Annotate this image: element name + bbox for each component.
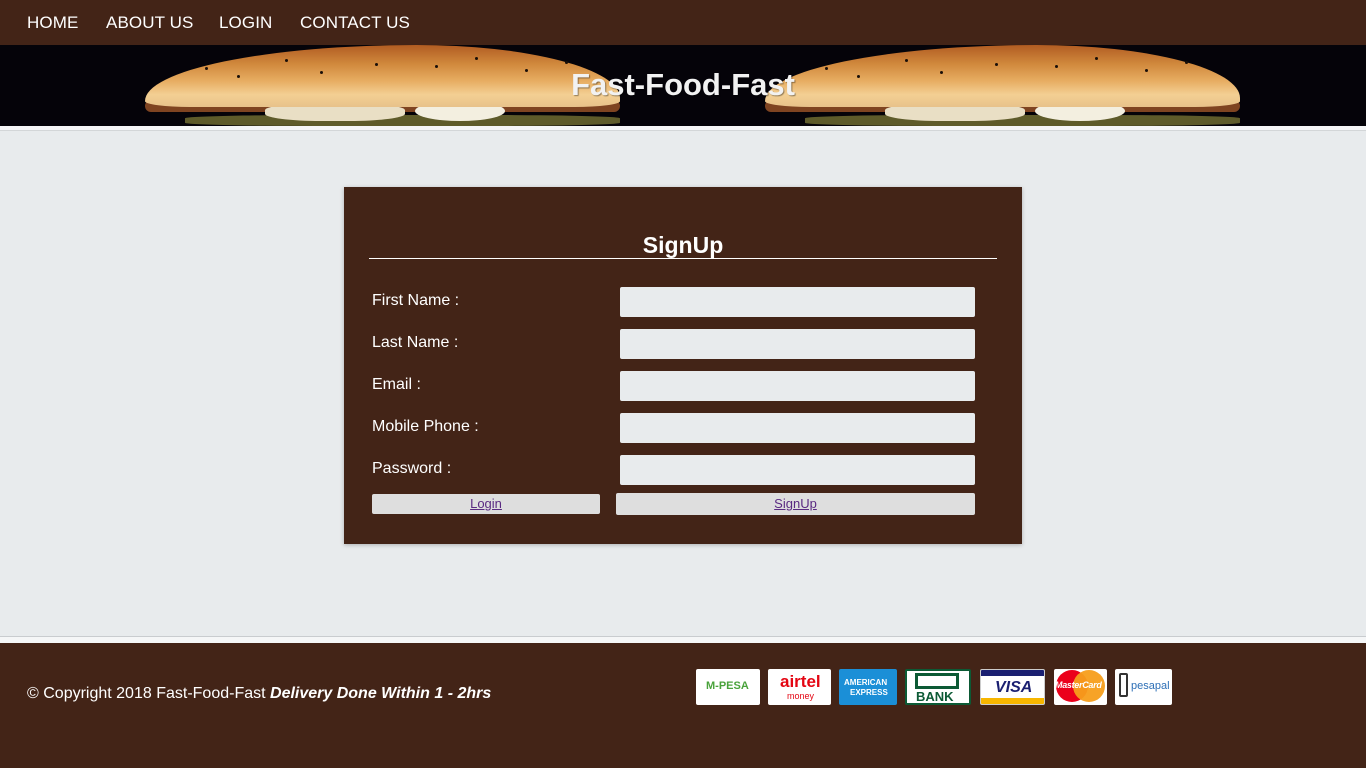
mastercard-logo: MasterCard [1054,669,1107,705]
nav-home-link[interactable]: HOME [27,13,78,33]
hero-divider [0,126,1366,131]
signup-form: SignUp First Name : Last Name : Email : … [344,187,1022,544]
nav-login-link[interactable]: LOGIN [219,13,272,33]
signup-button[interactable]: SignUp [616,493,975,515]
password-label: Password : [372,460,452,477]
copyright-label: © Copyright 2018 Fast-Food-Fast [27,685,266,702]
mobile-phone-icon [1119,673,1128,697]
top-nav: HOME ABOUT US LOGIN CONTACT US [0,0,1366,45]
login-button[interactable]: Login [372,494,600,514]
hero-banner: Fast-Food-Fast [0,45,1366,126]
mobile-phone-label: Mobile Phone : [372,418,479,435]
copyright-text: © Copyright 2018 Fast-Food-Fast Delivery… [27,685,491,703]
first-name-label: First Name : [372,292,460,309]
form-title: SignUp [642,232,724,258]
co-op-bank-logo: BANK [905,669,971,705]
footer: © Copyright 2018 Fast-Food-Fast Delivery… [0,643,1366,768]
airtel-money-logo: airtel money [768,669,831,705]
american-express-logo: AMERICAN EXPRESS [839,669,897,705]
last-name-label: Last Name : [372,334,459,351]
nav-contact-link[interactable]: CONTACT US [300,13,410,33]
site-title: Fast-Food-Fast [571,67,795,102]
co-op-emblem-icon [915,673,959,689]
pesapal-logo: pesapal [1115,669,1172,705]
delivery-tagline: Delivery Done Within 1 - 2hrs [270,685,492,702]
first-name-input[interactable] [620,287,975,317]
nav-about-link[interactable]: ABOUT US [106,13,193,33]
email-input[interactable] [620,371,975,401]
last-name-input[interactable] [620,329,975,359]
password-input[interactable] [620,455,975,485]
visa-logo: VISA [980,669,1045,705]
mobile-phone-input[interactable] [620,413,975,443]
email-label: Email : [372,376,421,393]
form-title-divider [369,258,997,259]
mpesa-logo: M-PESA [696,669,760,705]
footer-divider [0,636,1366,643]
